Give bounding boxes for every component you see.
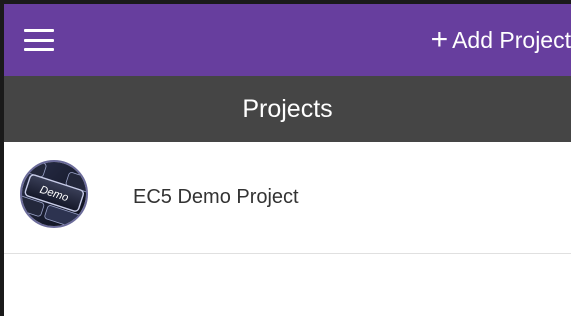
plus-icon: + [430,23,449,56]
hamburger-menu-icon[interactable] [22,24,56,56]
add-project-label: Add Project [452,26,571,53]
page-title: Projects [242,94,333,123]
page-title-bar: Projects [4,76,571,142]
add-project-button[interactable]: + Add Project [431,4,571,76]
project-logo: Demo [20,160,88,228]
app-window: + Add Project Projects Demo EC5 Demo Pro… [0,0,571,316]
project-name: EC5 Demo Project [133,185,299,208]
project-list-item[interactable]: Demo EC5 Demo Project [4,142,571,254]
demo-keyboard-logo-icon: Demo [22,162,86,226]
app-bar: + Add Project [4,4,571,76]
